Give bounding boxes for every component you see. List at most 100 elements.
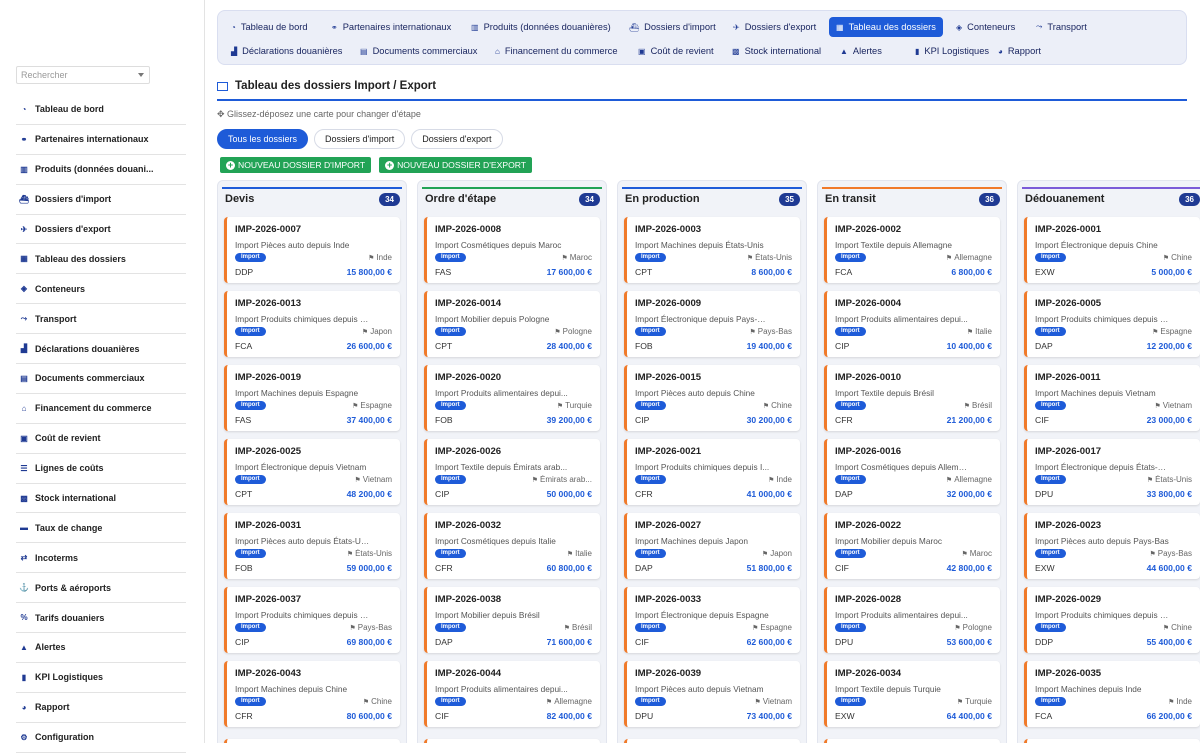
nav-tab[interactable]: ⛴ Dossiers d'import xyxy=(622,17,723,37)
sidebar-item[interactable]: ▲ Alertes xyxy=(16,633,186,663)
warehouse-icon: ▩ xyxy=(732,46,740,56)
sidebar-item[interactable]: ☰ Lignes de coûts xyxy=(16,454,186,484)
dossier-card[interactable]: IMP-2026-0020 Import Produits alimentaire… xyxy=(424,365,600,431)
dossier-card[interactable]: IMP-2026-0013 Import Produits chimiques d… xyxy=(224,291,400,357)
dossier-card[interactable]: IMP-2026-0010 Import Textile depuis Brési… xyxy=(824,365,1000,431)
dossier-card[interactable]: IMP-2026-0022 Import Mobilier depuis Maro… xyxy=(824,513,1000,579)
sidebar-item[interactable]: ⚓ Ports & aéroports xyxy=(16,573,186,604)
dossier-amount: 51 800,00 € xyxy=(746,563,792,573)
nav-tab[interactable]: ⌂ Financement du commerce xyxy=(488,41,625,61)
sidebar-item[interactable]: ⤳ Transport xyxy=(16,304,186,335)
sidebar-search-select[interactable]: Rechercher xyxy=(16,66,150,84)
dossier-card-partial[interactable] xyxy=(824,739,1000,743)
country-name: Inde xyxy=(776,475,792,484)
filter-tab[interactable]: Dossiers d'import xyxy=(314,129,406,149)
nav-tab[interactable]: ◔ Tableau de bord xyxy=(224,17,315,37)
nav-tab[interactable]: ✈ Dossiers d'export xyxy=(726,17,823,37)
sidebar-item[interactable]: % Tarifs douaniers xyxy=(16,603,186,634)
dossier-card[interactable]: IMP-2026-0015 Import Pièces auto depuis C… xyxy=(624,365,800,431)
sidebar-item[interactable]: ⚭ Partenaires internationaux xyxy=(16,125,186,155)
dossier-card-partial[interactable] xyxy=(224,739,400,743)
dossier-card[interactable]: IMP-2026-0008 Import Cosmétiques depuis M… xyxy=(424,217,600,283)
dossier-card[interactable]: IMP-2026-0003 Import Machines depuis État… xyxy=(624,217,800,283)
dossier-card[interactable]: IMP-2026-0007 Import Pièces auto depuis I… xyxy=(224,217,400,283)
sidebar-item[interactable]: ✈ Dossiers d'export xyxy=(16,215,186,245)
filter-tab[interactable]: Tous les dossiers xyxy=(217,129,309,149)
module-nav-tabs: ◔ Tableau de bord ⚭ Partenaires internation… xyxy=(217,10,1187,65)
dossier-card[interactable]: IMP-2026-0044 Import Produits alimentaire… xyxy=(424,661,600,727)
nav-tab[interactable]: ▮ KPI Logistiques xyxy=(908,41,996,61)
nav-tab[interactable]: ▣ Coût de revient xyxy=(631,41,721,61)
dossier-card[interactable]: IMP-2026-0011 Import Machines depuis Viet… xyxy=(1024,365,1200,431)
sidebar-item[interactable]: ▣ Coût de revient xyxy=(16,424,186,454)
dossier-card[interactable]: IMP-2026-0001 Import Électronique depuis … xyxy=(1024,217,1200,283)
dossier-card[interactable]: IMP-2026-0019 Import Machines depuis Espa… xyxy=(224,365,400,431)
dossier-card[interactable]: IMP-2026-0026 Import Textile depuis Émira… xyxy=(424,439,600,505)
nav-tab-label: Rapport xyxy=(1007,46,1041,56)
dossier-description: Import Produits chimiques depuis E... xyxy=(1035,314,1170,324)
dossier-card[interactable]: IMP-2026-0037 Import Produits chimiques d… xyxy=(224,587,400,653)
sidebar-item[interactable]: ◔ Tableau de bord xyxy=(16,95,186,125)
dossier-card[interactable]: IMP-2026-0014 Import Mobilier depuis Polo… xyxy=(424,291,600,357)
nav-tab[interactable]: ▩ Stock international xyxy=(725,41,828,61)
dossier-card[interactable]: IMP-2026-0035 Import Machines depuis Inde… xyxy=(1024,661,1200,727)
sidebar-item[interactable]: ▦ Tableau des dossiers xyxy=(16,244,186,275)
nav-tab[interactable]: ⚭ Partenaires internationaux xyxy=(324,17,458,37)
sidebar-item[interactable]: ⛴ Dossiers d'import xyxy=(16,185,186,215)
dossier-amount: 39 200,00 € xyxy=(546,415,592,425)
dossier-card[interactable]: IMP-2026-0027 Import Machines depuis Japo… xyxy=(624,513,800,579)
dossier-card[interactable]: IMP-2026-0029 Import Produits chimiques d… xyxy=(1024,587,1200,653)
nav-tab[interactable]: ▤ Documents commerciaux xyxy=(353,41,484,61)
nav-tab[interactable]: ◕ Rapport xyxy=(991,41,1048,61)
dossier-card[interactable]: IMP-2026-0031 Import Pièces auto depuis É… xyxy=(224,513,400,579)
dossier-card[interactable]: IMP-2026-0034 Import Textile depuis Turqu… xyxy=(824,661,1000,727)
dossier-card-partial[interactable] xyxy=(1024,739,1200,743)
ship-icon: ⛴ xyxy=(629,22,640,32)
sidebar-item[interactable]: ◈ Conteneurs xyxy=(16,274,186,305)
dossier-card[interactable]: IMP-2026-0038 Import Mobilier depuis Brés… xyxy=(424,587,600,653)
sidebar-item[interactable]: ◕ Rapport xyxy=(16,693,186,723)
sidebar-item[interactable]: ⌂ Financement du commerce xyxy=(16,394,186,424)
sidebar-item[interactable]: ▬ Taux de change xyxy=(16,513,186,544)
dossier-card[interactable]: IMP-2026-0005 Import Produits chimiques d… xyxy=(1024,291,1200,357)
new-export-button[interactable]: + NOUVEAU DOSSIER D'EXPORT xyxy=(379,157,533,173)
dossier-card[interactable]: IMP-2026-0021 Import Produits chimiques d… xyxy=(624,439,800,505)
dossier-amount: 15 800,00 € xyxy=(346,267,392,277)
nav-tab[interactable]: ▦ Tableau des dossiers xyxy=(829,17,943,37)
nav-tab[interactable]: ⤳ Transport xyxy=(1029,17,1094,37)
dossier-card-partial[interactable] xyxy=(624,739,800,743)
new-import-button[interactable]: + NOUVEAU DOSSIER D'IMPORT xyxy=(220,157,372,173)
sidebar-item[interactable]: ▤ Documents commerciaux xyxy=(16,364,186,394)
dossier-card[interactable]: IMP-2026-0039 Import Pièces auto depuis V… xyxy=(624,661,800,727)
dossier-card[interactable]: IMP-2026-0004 Import Produits alimentaire… xyxy=(824,291,1000,357)
route-icon: ⤳ xyxy=(1036,22,1043,31)
nav-tab[interactable]: ▟ Déclarations douanières xyxy=(224,41,349,61)
dossier-card[interactable]: IMP-2026-0017 Import Électronique depuis … xyxy=(1024,439,1200,505)
dossier-card[interactable]: IMP-2026-0009 Import Électronique depuis … xyxy=(624,291,800,357)
nav-tab[interactable]: ▲ Alertes xyxy=(833,41,889,61)
filter-tab[interactable]: Dossiers d'export xyxy=(411,129,503,149)
type-badge: Import xyxy=(635,623,666,632)
sidebar-item[interactable]: ▥ Produits (données douani... xyxy=(16,155,186,185)
dossier-card[interactable]: IMP-2026-0023 Import Pièces auto depuis P… xyxy=(1024,513,1200,579)
nav-tab[interactable]: ▥ Produits (données douanières) xyxy=(464,17,618,37)
new-export-label: NOUVEAU DOSSIER D'EXPORT xyxy=(397,160,527,170)
sidebar-item[interactable]: ⚙ Configuration xyxy=(16,723,186,753)
flag-icon: ⚑ xyxy=(354,477,361,484)
sidebar-item[interactable]: ▮ KPI Logistiques xyxy=(16,663,186,693)
country-label: ⚑ Italie xyxy=(567,549,592,558)
dossier-card[interactable]: IMP-2026-0002 Import Textile depuis Allem… xyxy=(824,217,1000,283)
dossier-card[interactable]: IMP-2026-0025 Import Électronique depuis … xyxy=(224,439,400,505)
sidebar-item[interactable]: ▩ Stock international xyxy=(16,484,186,514)
dossier-description: Import Produits alimentaires depui... xyxy=(835,610,968,620)
dossier-card[interactable]: IMP-2026-0032 Import Cosmétiques depuis I… xyxy=(424,513,600,579)
nav-tab[interactable]: ◈ Conteneurs xyxy=(949,17,1022,37)
dossier-card[interactable]: IMP-2026-0033 Import Électronique depuis … xyxy=(624,587,800,653)
dossier-card[interactable]: IMP-2026-0043 Import Machines depuis Chin… xyxy=(224,661,400,727)
dossier-card[interactable]: IMP-2026-0016 Import Cosmétiques depuis A… xyxy=(824,439,1000,505)
sidebar-item[interactable]: ▟ Déclarations douanières xyxy=(16,334,186,365)
dossier-card[interactable]: IMP-2026-0028 Import Produits alimentaire… xyxy=(824,587,1000,653)
sidebar-item[interactable]: ⇄ Incoterms xyxy=(16,543,186,574)
type-badge: Import xyxy=(635,401,666,410)
dossier-card-partial[interactable] xyxy=(424,739,600,743)
